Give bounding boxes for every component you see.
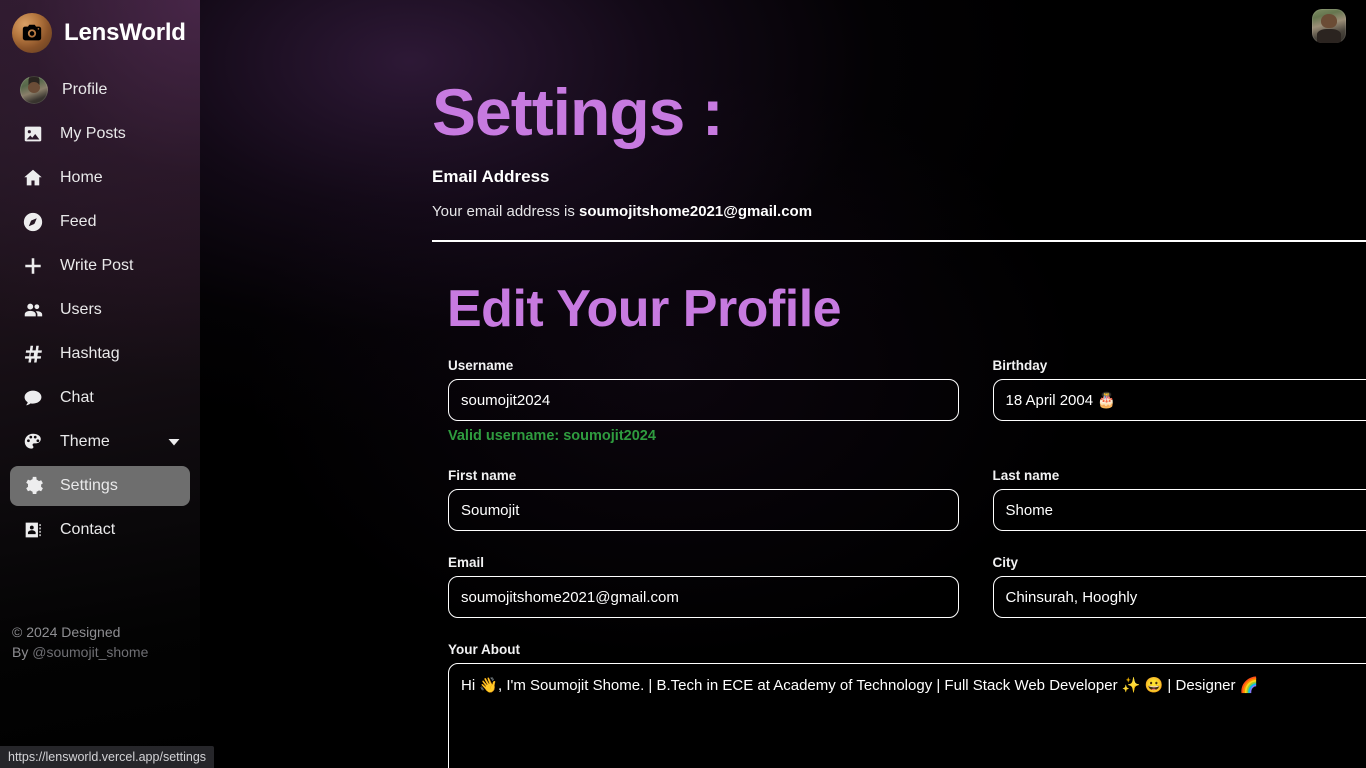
form-spacer [448,618,1366,642]
city-label: City [992,555,1019,570]
username-label: Username [448,358,514,373]
sidebar: LensWorld Profile My Posts Home Feed Wri… [0,0,200,768]
main-content: Settings : Email Address Your email addr… [200,0,1366,768]
email-address-label: Email Address [432,167,550,186]
form-spacer [448,444,1366,468]
form-row-3: Email City [448,555,1366,618]
status-bar: https://lensworld.vercel.app/settings [0,746,215,768]
birthday-input[interactable] [992,379,1366,421]
plus-icon [20,253,46,279]
sidebar-item-label: Home [60,169,103,186]
chat-icon [20,385,46,411]
designer-line: By @soumojit_shome [12,642,148,662]
sidebar-item-label: Chat [60,389,94,406]
image-icon [20,121,46,147]
topbar-avatar[interactable] [1312,9,1346,43]
contact-card-icon [20,517,46,543]
sidebar-item-chat[interactable]: Chat [10,378,190,418]
username-input[interactable] [448,379,959,421]
designer-handle[interactable]: @soumojit_shome [32,644,148,660]
birthday-field-group: Birthday [992,358,1366,444]
sidebar-item-hashtag[interactable]: Hashtag [10,334,190,374]
form-row-1: Username Valid username: soumojit2024 Bi… [448,358,1366,444]
sidebar-item-label: Settings [60,477,118,494]
section-divider [432,240,1366,242]
sidebar-item-label: Profile [62,81,108,98]
sidebar-item-my-posts[interactable]: My Posts [10,114,190,154]
sidebar-item-label: Theme [60,433,110,450]
sidebar-item-label: Feed [60,213,97,230]
email-field-group: Email [448,555,959,618]
last-name-field-group: Last name [992,468,1366,531]
compass-icon [20,209,46,235]
sidebar-footer: © 2024 Designed By @soumojit_shome [12,622,148,662]
status-bar-url: https://lensworld.vercel.app/settings [8,750,207,764]
last-name-input[interactable] [992,489,1366,531]
avatar [20,76,48,104]
about-label: Your About [448,642,520,657]
sidebar-item-settings[interactable]: Settings [10,466,190,506]
palette-icon [20,429,46,455]
sidebar-item-feed[interactable]: Feed [10,202,190,242]
gear-icon [20,473,46,499]
last-name-label: Last name [992,468,1060,483]
brand-name: LensWorld [64,19,186,46]
app-root: LensWorld Profile My Posts Home Feed Wri… [0,0,1366,768]
email-label: Email [448,555,485,570]
sidebar-nav: Profile My Posts Home Feed Write Post Us… [0,70,200,550]
form-row-2: First name Last name [448,468,1366,531]
designer-by: By [12,644,33,660]
edit-profile-title: Edit Your Profile [447,280,842,338]
sidebar-item-label: Contact [60,521,116,538]
hash-icon [20,341,46,367]
about-textarea[interactable] [448,663,1366,768]
birthday-label: Birthday [992,358,1048,373]
users-icon [20,297,46,323]
sidebar-item-profile[interactable]: Profile [10,70,190,110]
first-name-label: First name [448,468,517,483]
city-field-group: City [992,555,1366,618]
about-field-group: Your About [448,642,1366,768]
email-address-value: soumojitshome2021@gmail.com [579,203,813,220]
form-spacer [448,531,1366,555]
sidebar-item-label: Write Post [60,257,134,274]
email-input[interactable] [448,576,959,618]
sidebar-item-write-post[interactable]: Write Post [10,246,190,286]
page-title: Settings : [432,75,724,149]
home-icon [20,165,46,191]
form-row-4: Your About [448,642,1366,768]
username-field-group: Username Valid username: soumojit2024 [448,358,959,444]
first-name-field-group: First name [448,468,959,531]
sidebar-item-contact[interactable]: Contact [10,510,190,550]
brand[interactable]: LensWorld [0,0,200,56]
chevron-down-icon[interactable] [166,434,182,450]
city-input[interactable] [992,576,1366,618]
sidebar-item-home[interactable]: Home [10,158,190,198]
first-name-input[interactable] [448,489,959,531]
email-line-prefix: Your email address is [432,203,580,220]
email-address-line: Your email address is soumojitshome2021@… [432,203,812,220]
sidebar-item-label: My Posts [60,125,126,142]
username-validation-message: Valid username: soumojit2024 [448,428,656,444]
sidebar-item-label: Hashtag [60,345,120,362]
edit-profile-form: Username Valid username: soumojit2024 Bi… [448,358,1366,768]
sidebar-item-users[interactable]: Users [10,290,190,330]
camera-icon [12,13,52,53]
copyright-line: © 2024 Designed [12,624,121,640]
sidebar-item-label: Users [60,301,102,318]
sidebar-item-theme[interactable]: Theme [10,422,190,462]
